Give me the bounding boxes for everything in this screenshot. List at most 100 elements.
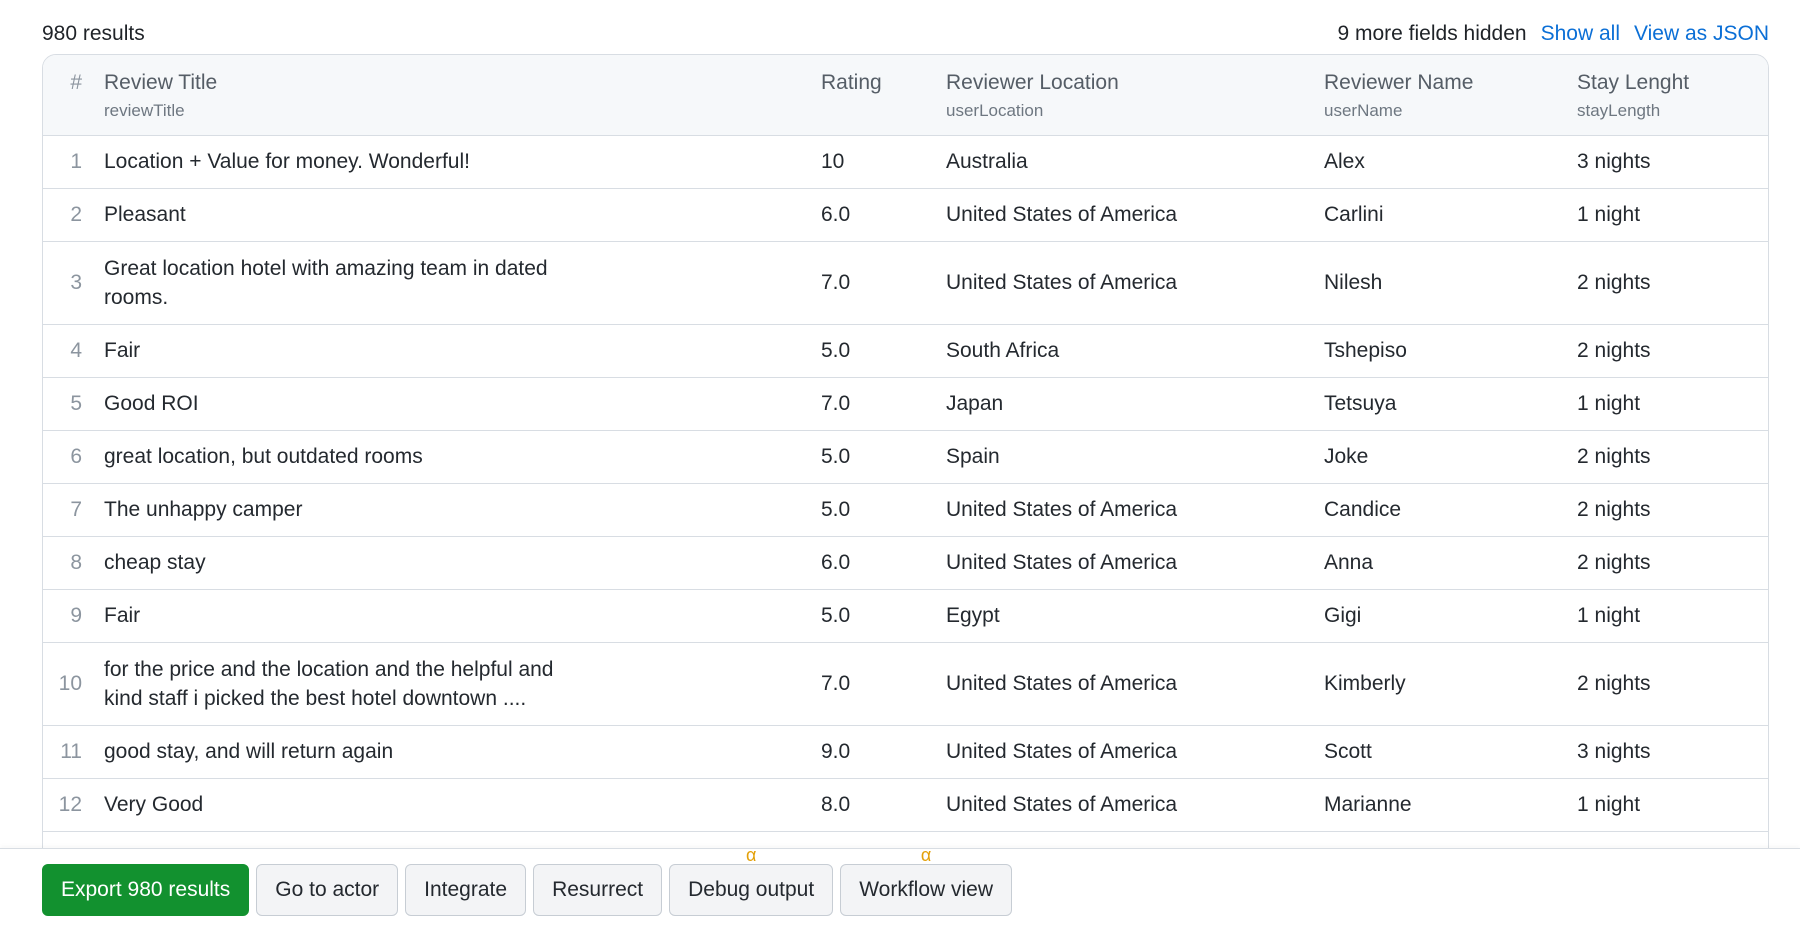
results-table-container: # Review Title reviewTitle Rating Review…: [42, 54, 1769, 856]
field-visibility-controls: 9 more fields hidden Show all View as JS…: [1337, 22, 1769, 46]
review-title-text: Great location hotel with amazing team i…: [104, 256, 548, 309]
cell-review-title: Very Good: [104, 778, 821, 832]
column-header-review-title[interactable]: Review Title reviewTitle: [104, 55, 821, 136]
cell-rating: 5.0: [821, 430, 946, 484]
row-index: 7: [43, 483, 104, 537]
integrate-button[interactable]: Integrate: [405, 863, 527, 916]
cell-reviewer-name: Tshepiso: [1324, 324, 1577, 378]
cell-stay-length: 1 night: [1577, 589, 1768, 643]
cell-review-title: cheap stay: [104, 536, 821, 590]
export-results-button[interactable]: Export 980 results: [42, 863, 250, 916]
cell-reviewer-location: South Africa: [946, 324, 1324, 378]
column-api-name: stayLength: [1577, 101, 1661, 120]
results-count: 980 results: [42, 22, 145, 45]
cell-reviewer-location: United States of America: [946, 188, 1324, 242]
results-table: # Review Title reviewTitle Rating Review…: [43, 55, 1768, 832]
cell-reviewer-name: Alex: [1324, 135, 1577, 189]
column-header-reviewer-name[interactable]: Reviewer Name userName: [1324, 55, 1577, 136]
row-index: 1: [43, 135, 104, 189]
results-toolbar: 980 results 9 more fields hidden Show al…: [42, 18, 1769, 50]
cell-stay-length: 3 nights: [1577, 725, 1768, 779]
cell-reviewer-location: United States of America: [946, 536, 1324, 590]
column-api-name: userLocation: [946, 101, 1044, 120]
column-api-name: reviewTitle: [104, 101, 185, 120]
row-index: 12: [43, 778, 104, 832]
review-title-text: for the price and the location and the h…: [104, 657, 554, 710]
cell-reviewer-name: Nilesh: [1324, 241, 1577, 325]
cell-rating: 6.0: [821, 536, 946, 590]
table-row: 8 cheap stay 6.0 United States of Americ…: [43, 536, 1768, 590]
view-as-json-link[interactable]: View as JSON: [1634, 22, 1769, 46]
cell-review-title: The unhappy camper: [104, 483, 821, 537]
cell-rating: 10: [821, 135, 946, 189]
cell-reviewer-name: Kimberly: [1324, 642, 1577, 726]
resurrect-button[interactable]: Resurrect: [533, 863, 663, 916]
cell-reviewer-name: Tetsuya: [1324, 377, 1577, 431]
cell-review-title: Fair: [104, 324, 821, 378]
table-row: 4 Fair 5.0 South Africa Tshepiso 2 night…: [43, 324, 1768, 378]
cell-review-title: Good ROI: [104, 377, 821, 431]
table-row: 1 Location + Value for money. Wonderful!…: [43, 135, 1768, 189]
table-row: 10 for the price and the location and th…: [43, 642, 1768, 726]
cell-stay-length: 2 nights: [1577, 483, 1768, 537]
cell-rating: 7.0: [821, 642, 946, 726]
hidden-fields-note: 9 more fields hidden: [1337, 22, 1527, 45]
table-row: 9 Fair 5.0 Egypt Gigi 1 night: [43, 589, 1768, 643]
cell-stay-length: 1 night: [1577, 188, 1768, 242]
cell-reviewer-location: Australia: [946, 135, 1324, 189]
column-header-reviewer-location[interactable]: Reviewer Location userLocation: [946, 55, 1324, 136]
workflow-view-button[interactable]: α Workflow view: [840, 846, 1013, 916]
cell-rating: 9.0: [821, 725, 946, 779]
debug-output-button[interactable]: α Debug output: [669, 846, 834, 916]
cell-reviewer-location: United States of America: [946, 642, 1324, 726]
table-row: 7 The unhappy camper 5.0 United States o…: [43, 483, 1768, 537]
cell-stay-length: 1 night: [1577, 778, 1768, 832]
column-header-rating[interactable]: Rating: [821, 55, 946, 136]
table-header-row: # Review Title reviewTitle Rating Review…: [43, 55, 1768, 136]
cell-rating: 5.0: [821, 483, 946, 537]
column-header-index[interactable]: #: [43, 55, 104, 136]
row-index: 5: [43, 377, 104, 431]
row-index: 2: [43, 188, 104, 242]
cell-stay-length: 2 nights: [1577, 642, 1768, 726]
cell-review-title: good stay, and will return again: [104, 725, 821, 779]
cell-reviewer-location: United States of America: [946, 241, 1324, 325]
cell-review-title: Location + Value for money. Wonderful!: [104, 135, 821, 189]
workflow-view-label: Workflow view: [859, 877, 994, 901]
cell-stay-length: 2 nights: [1577, 430, 1768, 484]
cell-stay-length: 3 nights: [1577, 135, 1768, 189]
cell-reviewer-name: Anna: [1324, 536, 1577, 590]
cell-rating: 6.0: [821, 188, 946, 242]
cell-reviewer-name: Scott: [1324, 725, 1577, 779]
cell-stay-length: 2 nights: [1577, 241, 1768, 325]
cell-reviewer-location: Spain: [946, 430, 1324, 484]
alpha-badge: α: [745, 844, 757, 865]
cell-reviewer-name: Marianne: [1324, 778, 1577, 832]
cell-rating: 8.0: [821, 778, 946, 832]
table-row: 11 good stay, and will return again 9.0 …: [43, 725, 1768, 779]
row-index: 10: [43, 642, 104, 726]
show-all-link[interactable]: Show all: [1541, 22, 1620, 46]
table-row: 3 Great location hotel with amazing team…: [43, 241, 1768, 325]
row-index: 9: [43, 589, 104, 643]
action-bar: Export 980 results Go to actor Integrate…: [0, 846, 1800, 930]
column-api-name: userName: [1324, 101, 1403, 120]
table-row: 2 Pleasant 6.0 United States of America …: [43, 188, 1768, 242]
column-header-stay-length[interactable]: Stay Lenght stayLength: [1577, 55, 1768, 136]
cell-review-title: for the price and the location and the h…: [104, 642, 821, 726]
cell-rating: 7.0: [821, 377, 946, 431]
cell-reviewer-name: Gigi: [1324, 589, 1577, 643]
cell-reviewer-location: Egypt: [946, 589, 1324, 643]
cell-rating: 5.0: [821, 589, 946, 643]
cell-review-title: Pleasant: [104, 188, 821, 242]
cell-reviewer-location: Japan: [946, 377, 1324, 431]
cell-reviewer-name: Carlini: [1324, 188, 1577, 242]
row-index: 6: [43, 430, 104, 484]
go-to-actor-button[interactable]: Go to actor: [256, 863, 399, 916]
table-row: 5 Good ROI 7.0 Japan Tetsuya 1 night: [43, 377, 1768, 431]
alpha-badge: α: [920, 844, 932, 865]
debug-output-label: Debug output: [688, 877, 815, 901]
cell-stay-length: 2 nights: [1577, 536, 1768, 590]
cell-stay-length: 2 nights: [1577, 324, 1768, 378]
cell-reviewer-location: United States of America: [946, 725, 1324, 779]
